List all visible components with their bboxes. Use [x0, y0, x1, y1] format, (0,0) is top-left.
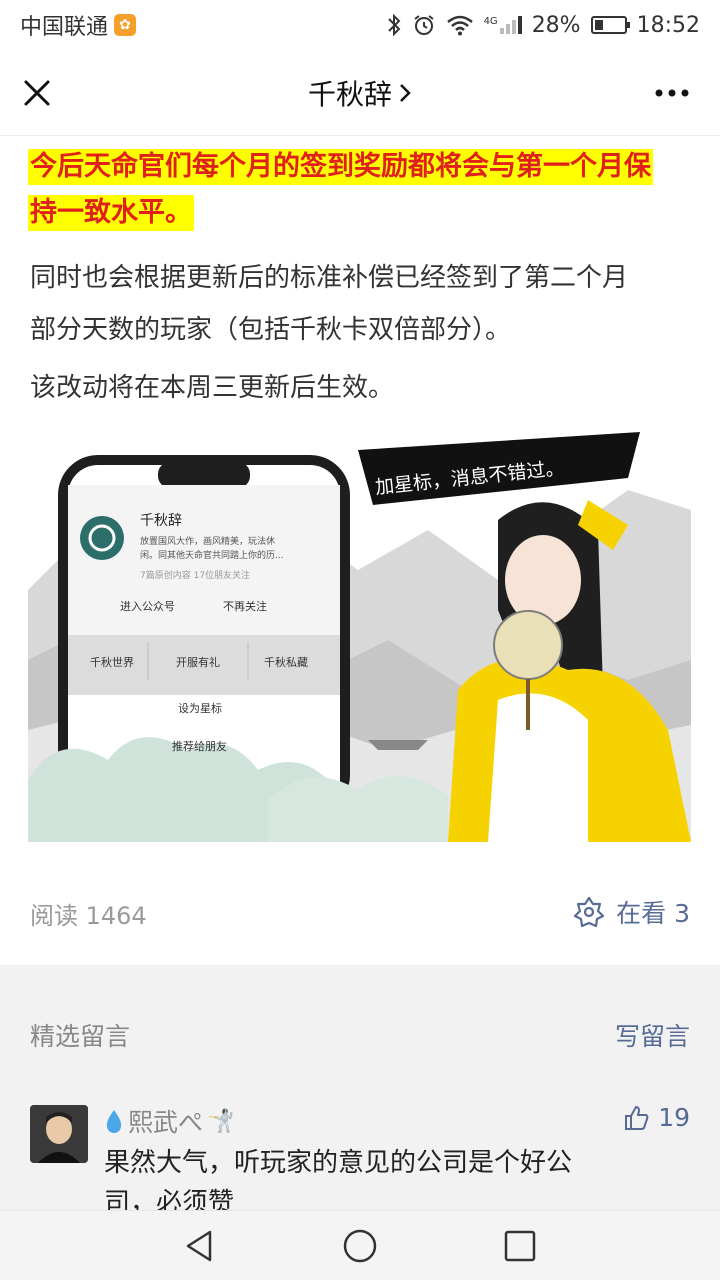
home-icon[interactable] [342, 1228, 378, 1264]
write-comment-button[interactable]: 写留言 [615, 1017, 690, 1053]
comment-like-count: 19 [658, 1103, 690, 1132]
back-icon[interactable] [182, 1228, 218, 1264]
paragraph-compensation: 同时也会根据更新后的标准补偿已经签到了第二个月 部分天数的玩家（包括千秋卡双倍部… [30, 252, 694, 356]
thumbs-up-icon [625, 1105, 649, 1130]
mock-menu-item-1: 千秋世界 [90, 655, 134, 669]
clock: 18:52 [636, 12, 700, 38]
mock-menu-item-2: 开服有礼 [176, 655, 220, 669]
recents-icon[interactable] [502, 1228, 538, 1264]
notification-app-icon: ✿ [114, 14, 137, 36]
mock-account-name: 千秋辞 [140, 513, 182, 529]
read-count: 阅读 1464 [30, 902, 147, 930]
paragraph-line: 部分天数的玩家（包括千秋卡双倍部分）。 [30, 315, 512, 345]
status-bar: 中国联通 ✿ 4G 28% 18:52 [0, 0, 720, 50]
mock-sheet-item-2: 推荐给朋友 [172, 739, 227, 753]
battery-fill [594, 20, 603, 30]
status-left: 中国联通 ✿ [20, 9, 137, 41]
wifi-icon [446, 15, 473, 36]
comment-author-name: 熙武ぺ [128, 1108, 204, 1137]
looking-button[interactable]: 在看 3 [572, 894, 690, 930]
comment-text-line: 果然大气，听玩家的意见的公司是个好公 [104, 1148, 573, 1178]
highlight-line-2: 持一致水平。 [28, 195, 194, 231]
system-nav-bar [0, 1210, 720, 1280]
avatar[interactable] [30, 1105, 88, 1163]
status-right: 4G 28% 18:52 [386, 13, 700, 38]
paragraph-line: 同时也会根据更新后的标准补偿已经签到了第二个月 [30, 263, 629, 293]
battery-icon [590, 16, 630, 34]
chevron-right-icon [400, 83, 411, 102]
more-icon[interactable] [654, 88, 690, 98]
wechat-article-page: 中国联通 ✿ 4G 28% 18:52 千秋辞 今后天命官们每个月的签到奖励都将… [0, 0, 720, 1280]
droplet-icon [106, 1110, 122, 1133]
bluetooth-icon [387, 13, 400, 37]
signal-icon: 4G [484, 16, 522, 34]
paragraph-effective: 该改动将在本周三更新后生效。 [30, 373, 395, 403]
mock-enter-button: 进入公众号 [120, 600, 175, 613]
article-image[interactable]: 加星标，消息不错过。 千秋辞 放置国风大作，画风精美，玩法休 闲。同其他天命官共… [28, 430, 691, 842]
close-icon[interactable] [20, 76, 54, 110]
mock-account-stats: 7篇原创内容 17位朋友关注 [140, 569, 250, 581]
comment-author[interactable]: 熙武ぺ 🤺 [104, 1103, 234, 1139]
comments-section: 精选留言 写留言 熙武ぺ 🤺 19 果然大气，听玩家的意见的公司是个好公 司，必… [0, 965, 720, 1218]
fencer-emoji-icon: 🤺 [207, 1108, 235, 1134]
illustration: 加星标，消息不错过。 千秋辞 放置国风大作，画风精美，玩法休 闲。同其他天命官共… [28, 430, 691, 842]
network-type: 4G [483, 16, 498, 27]
nav-bar: 千秋辞 [0, 50, 720, 136]
carrier-name: 中国联通 [20, 15, 109, 40]
highlight-line-1: 今后天命官们每个月的签到奖励都将会与第一个月保 [28, 149, 653, 185]
battery-percent: 28% [531, 12, 581, 38]
mock-menu-item-3: 千秋私藏 [264, 655, 308, 669]
mock-account-desc-1: 放置国风大作，画风精美，玩法休 [140, 535, 275, 547]
comments-title: 精选留言 [30, 1022, 131, 1051]
mock-sheet-item-1: 设为星标 [178, 701, 222, 715]
comment-like-button[interactable]: 19 [622, 1103, 690, 1132]
looking-icon [574, 896, 605, 928]
mock-account-desc-2: 闲。同其他天命官共同踏上你的历... [140, 549, 284, 561]
account-title-link[interactable]: 千秋辞 [308, 73, 412, 113]
looking-label: 在看 3 [616, 899, 690, 928]
alarm-icon [413, 15, 434, 35]
account-title: 千秋辞 [307, 77, 392, 111]
mock-unfollow-button: 不再关注 [223, 599, 267, 613]
